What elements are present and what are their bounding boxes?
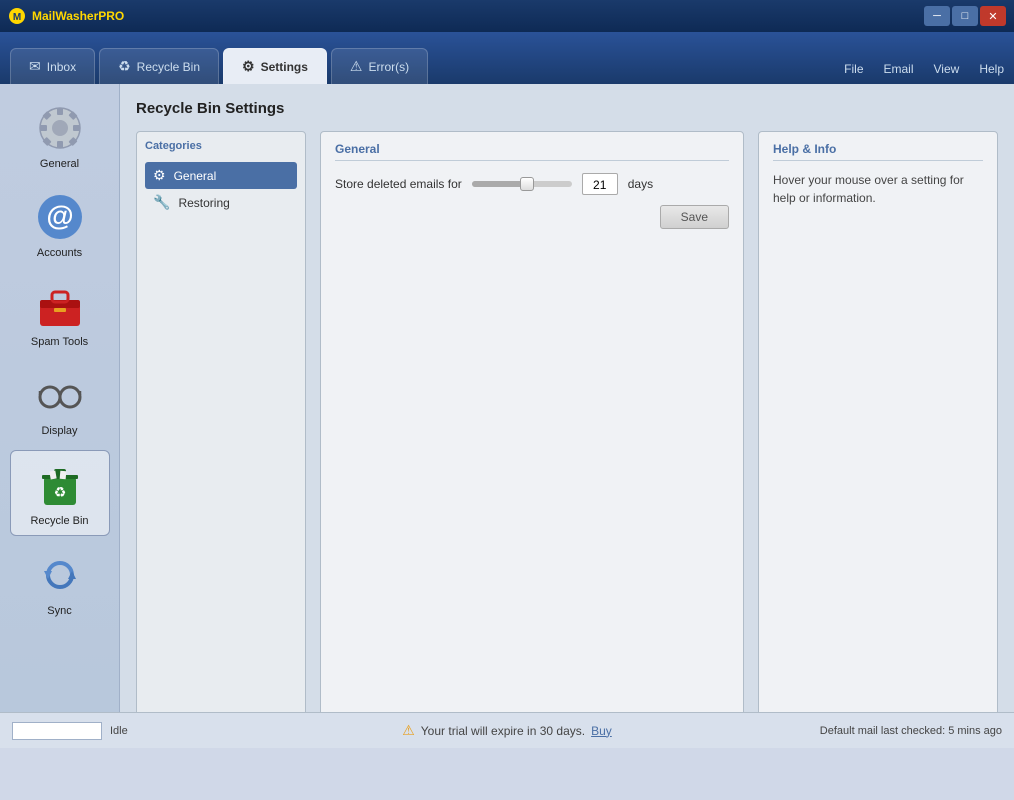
trial-text: Your trial will expire in 30 days. [421,724,585,738]
recycle-bin-icon: ♻ [118,58,131,75]
category-restoring-icon: 🔧 [153,194,170,211]
accounts-icon: @ [34,191,86,243]
sidebar-item-accounts-label: Accounts [37,247,82,259]
trial-warning-icon: ⚠ [402,722,415,739]
slider-thumb[interactable] [520,177,534,191]
menu-email[interactable]: Email [884,62,914,76]
tab-settings[interactable]: ⚙ Settings [223,48,327,84]
tab-recycle-bin[interactable]: ♻ Recycle Bin [99,48,219,84]
title-bar: M MailWasherPRO ─ □ ✕ [0,0,1014,32]
categories-panel: Categories ⚙ General 🔧 Restoring [136,131,306,727]
store-emails-row: Store deleted emails for 21 days [335,173,729,195]
slider-fill [472,181,527,187]
store-emails-label: Store deleted emails for [335,177,462,191]
sidebar: General @ Accounts Spam To [0,84,120,712]
nav-bar: ✉ Inbox ♻ Recycle Bin ⚙ Settings ⚠ Error… [0,32,1014,84]
sidebar-item-sync-label: Sync [47,605,71,617]
svg-text:@: @ [46,200,73,231]
sidebar-item-display[interactable]: Display [10,361,110,445]
tab-inbox-label: Inbox [47,60,76,74]
category-general-label: General [174,169,217,183]
buy-link[interactable]: Buy [591,724,612,738]
status-input[interactable] [12,722,102,740]
sidebar-item-spam-tools-label: Spam Tools [31,336,88,348]
status-bar: Idle ⚠ Your trial will expire in 30 days… [0,712,1014,748]
minimize-button[interactable]: ─ [924,6,950,26]
general-panel-header: General [335,142,729,161]
spam-tools-icon [34,280,86,332]
tab-settings-label: Settings [261,60,308,74]
category-restoring[interactable]: 🔧 Restoring [145,189,297,216]
category-general-icon: ⚙ [153,167,166,184]
slider-container [472,181,572,187]
menu-bar: File Email View Help [844,62,1004,84]
settings-panels: Categories ⚙ General 🔧 Restoring General… [136,131,998,727]
maximize-button[interactable]: □ [952,6,978,26]
display-icon [34,369,86,421]
days-label: days [628,177,653,191]
save-row: Save [335,205,729,229]
sidebar-item-general[interactable]: General [10,94,110,178]
menu-help[interactable]: Help [979,62,1004,76]
tab-errors-label: Error(s) [368,60,409,74]
title-bar-left: M MailWasherPRO [8,7,124,25]
menu-file[interactable]: File [844,62,863,76]
svg-text:M: M [13,12,21,23]
tab-inbox[interactable]: ✉ Inbox [10,48,95,84]
category-restoring-label: Restoring [178,196,229,210]
help-panel-header: Help & Info [773,142,983,161]
tab-errors[interactable]: ⚠ Error(s) [331,48,428,84]
categories-header: Categories [145,140,297,156]
help-text: Hover your mouse over a setting for help… [773,171,983,207]
page-title: Recycle Bin Settings [136,100,998,117]
general-settings-panel: General Store deleted emails for 21 days… [320,131,744,727]
category-general[interactable]: ⚙ General [145,162,297,189]
tab-recycle-bin-label: Recycle Bin [137,60,200,74]
title-bar-controls: ─ □ ✕ [924,6,1006,26]
errors-icon: ⚠ [350,58,363,75]
help-panel: Help & Info Hover your mouse over a sett… [758,131,998,727]
sidebar-item-recycle-bin[interactable]: ♻ Recycle Bin [10,450,110,536]
svg-text:♻: ♻ [53,484,66,500]
sidebar-item-sync[interactable]: Sync [10,541,110,625]
app-icon: M [8,7,26,25]
recycle-bin-icon-sidebar: ♻ [34,459,86,511]
sync-icon [34,549,86,601]
slider-value[interactable]: 21 [582,173,618,195]
sidebar-item-display-label: Display [41,425,77,437]
main-content: General @ Accounts Spam To [0,84,1014,712]
slider-track[interactable] [472,181,572,187]
status-left: Idle [12,722,128,740]
menu-view[interactable]: View [934,62,960,76]
sidebar-item-general-label: General [40,158,79,170]
sidebar-item-accounts[interactable]: @ Accounts [10,183,110,267]
last-checked-text: Default mail last checked: 5 mins ago [820,725,1002,737]
general-icon [34,102,86,154]
close-button[interactable]: ✕ [980,6,1006,26]
trial-notice: ⚠ Your trial will expire in 30 days. Buy [402,722,612,739]
status-right: Default mail last checked: 5 mins ago [820,725,1002,737]
sidebar-item-recycle-bin-label: Recycle Bin [30,515,88,527]
settings-icon: ⚙ [242,58,255,75]
inbox-icon: ✉ [29,58,41,75]
app-title: MailWasherPRO [32,9,124,23]
content-area: Recycle Bin Settings Categories ⚙ Genera… [120,84,1014,712]
sidebar-item-spam-tools[interactable]: Spam Tools [10,272,110,356]
idle-text: Idle [110,725,128,737]
save-button[interactable]: Save [660,205,729,229]
